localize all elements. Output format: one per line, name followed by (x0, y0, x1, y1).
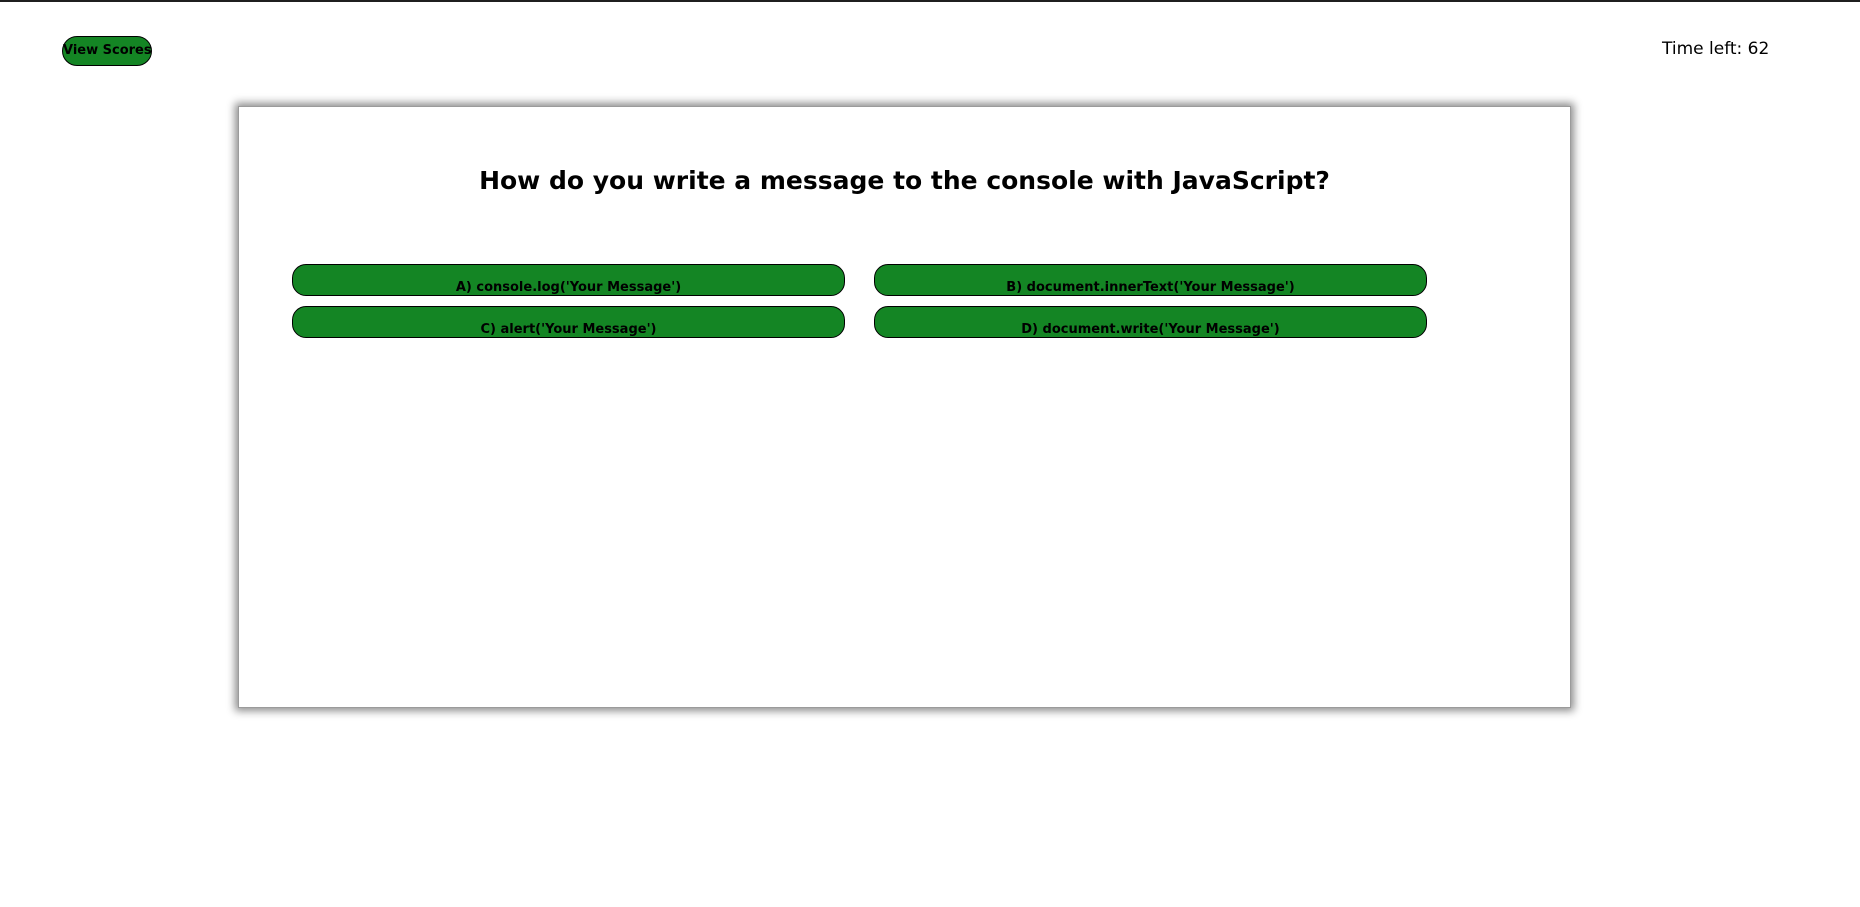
answer-a-button[interactable]: A) console.log('Your Message') (292, 264, 845, 296)
time-left-label: Time left: 62 (1662, 39, 1770, 59)
answer-b-button[interactable]: B) document.innerText('Your Message') (874, 264, 1427, 296)
question-text: How do you write a message to the consol… (479, 166, 1330, 195)
top-border (0, 0, 1860, 2)
answer-c-button[interactable]: C) alert('Your Message') (292, 306, 845, 338)
answer-d-button[interactable]: D) document.write('Your Message') (874, 306, 1427, 338)
view-scores-button[interactable]: View Scores (62, 36, 152, 66)
quiz-card: How do you write a message to the consol… (238, 106, 1571, 708)
